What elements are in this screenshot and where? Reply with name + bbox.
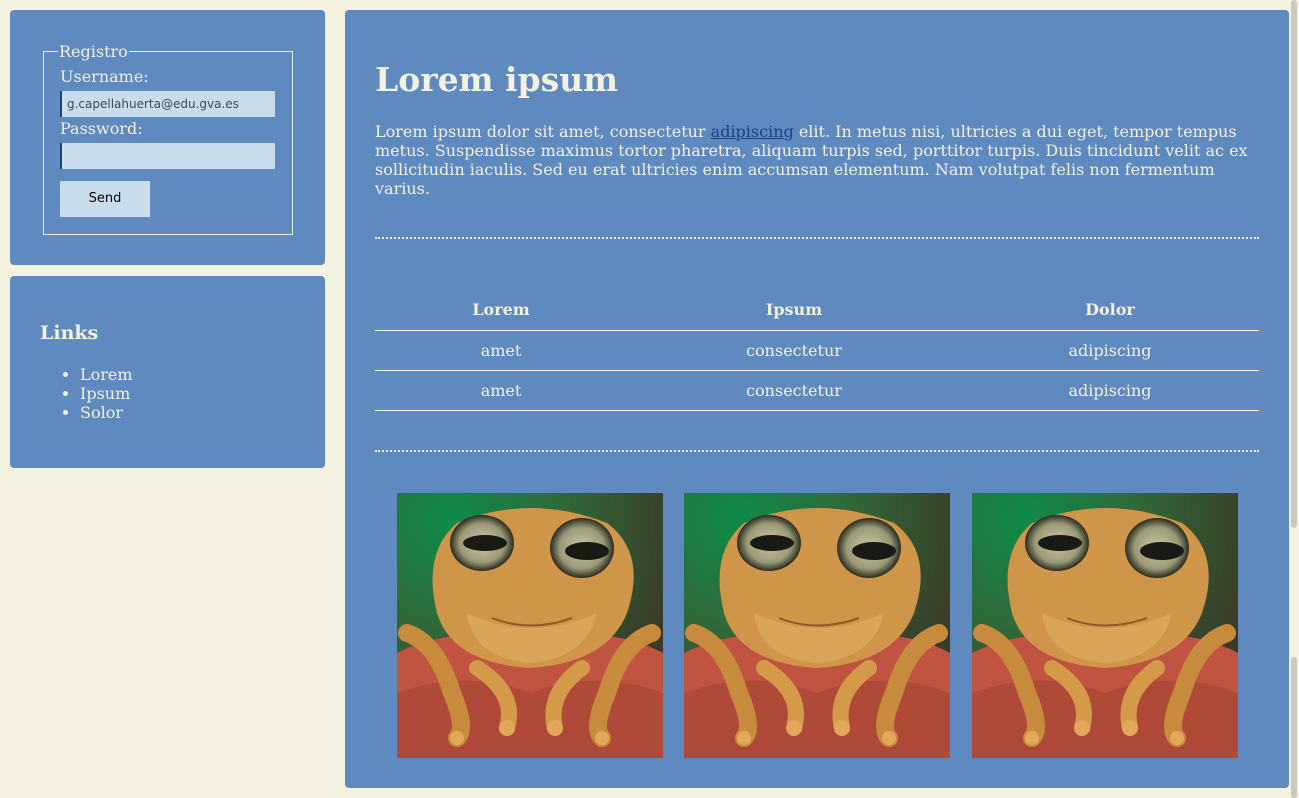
table-header-row: Lorem Ipsum Dolor — [375, 289, 1259, 331]
table-cell: adipiscing — [961, 330, 1259, 371]
login-legend: Registro — [59, 42, 128, 61]
table-row: amet consectetur adipiscing — [375, 330, 1259, 371]
frog-icon — [972, 493, 1238, 758]
table-row: amet consectetur adipiscing — [375, 370, 1259, 411]
login-fieldset: Registro Username: Password: Send — [43, 42, 293, 235]
link-item-solor[interactable]: Solor — [80, 403, 133, 422]
link-item-ipsum[interactable]: Ipsum — [80, 384, 133, 403]
password-label: Password: — [60, 119, 143, 138]
link-item-lorem[interactable]: Lorem — [80, 365, 133, 384]
table-cell: consectetur — [627, 330, 961, 371]
send-button[interactable]: Send — [60, 181, 150, 217]
column-header: Lorem — [375, 289, 627, 331]
column-header: Ipsum — [627, 289, 961, 331]
vertical-scrollbar[interactable] — [1289, 0, 1299, 798]
table-cell: amet — [375, 330, 627, 371]
frog-icon — [397, 493, 663, 758]
dotted-divider — [375, 450, 1259, 452]
page-title: Lorem ipsum — [375, 60, 619, 99]
links-list: Lorem Ipsum Solor — [50, 365, 133, 422]
table-cell: amet — [375, 370, 627, 411]
frog-image — [972, 493, 1238, 758]
table-cell: adipiscing — [961, 370, 1259, 411]
scrollbar-thumb[interactable] — [1291, 0, 1297, 528]
dotted-divider — [375, 237, 1259, 239]
main-content: Lorem ipsum Lorem ipsum dolor sit amet, … — [345, 10, 1289, 788]
username-label: Username: — [60, 67, 149, 86]
adipiscing-link[interactable]: adipiscing — [711, 122, 794, 141]
data-table: Lorem Ipsum Dolor amet consectetur adipi… — [375, 289, 1259, 411]
login-panel: Registro Username: Password: Send — [10, 10, 325, 265]
column-header: Dolor — [961, 289, 1259, 331]
frog-image — [684, 493, 950, 758]
table-cell: consectetur — [627, 370, 961, 411]
scrollbar-thumb-lower[interactable] — [1291, 657, 1297, 798]
links-heading: Links — [40, 322, 99, 344]
password-input[interactable] — [60, 143, 275, 169]
intro-text-start: Lorem ipsum dolor sit amet, consectetur — [375, 122, 711, 141]
frog-icon — [684, 493, 950, 758]
links-panel: Links Lorem Ipsum Solor — [10, 276, 325, 468]
frog-image — [397, 493, 663, 758]
intro-paragraph: Lorem ipsum dolor sit amet, consectetur … — [375, 122, 1259, 198]
username-input[interactable] — [60, 91, 275, 117]
